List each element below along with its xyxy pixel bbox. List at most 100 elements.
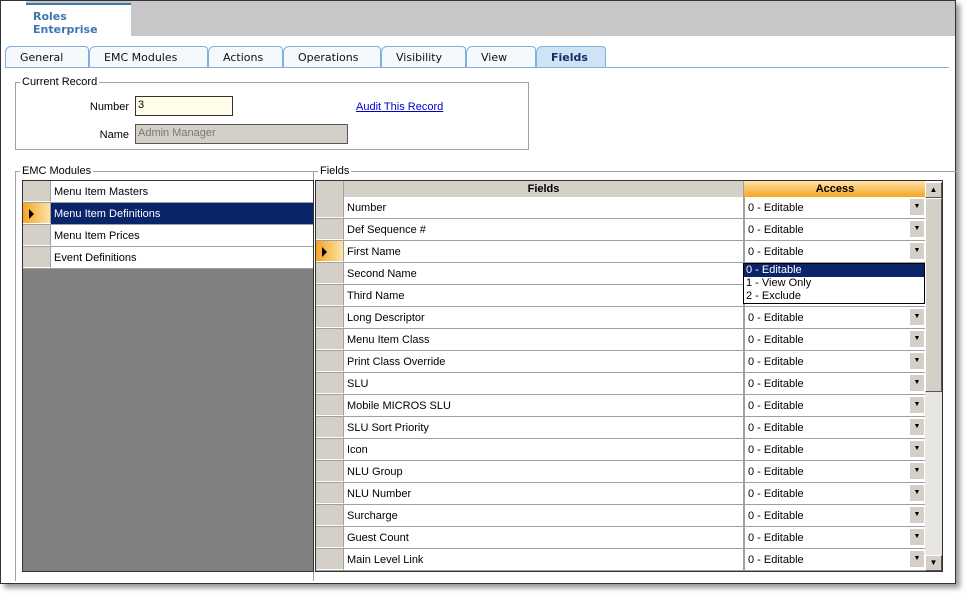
module-row[interactable]: Menu Item Definitions	[23, 203, 313, 225]
scroll-thumb[interactable]	[925, 198, 942, 392]
tab-general[interactable]: General	[5, 46, 89, 68]
row-header[interactable]	[316, 329, 344, 350]
field-row[interactable]: Guest Count 0 - Editable ▼	[316, 527, 926, 549]
access-select[interactable]: 0 - Editable ▼	[744, 439, 926, 460]
module-row[interactable]: Menu Item Masters	[23, 181, 313, 203]
module-row[interactable]: Menu Item Prices	[23, 225, 313, 247]
access-select[interactable]: 0 - Editable ▼	[744, 461, 926, 482]
row-header[interactable]	[316, 483, 344, 504]
row-header[interactable]	[316, 241, 344, 262]
document-tab[interactable]: Roles Enterprise	[26, 3, 131, 36]
field-name: Main Level Link	[344, 549, 744, 570]
field-row[interactable]: Menu Item Class 0 - Editable ▼	[316, 329, 926, 351]
field-row[interactable]: NLU Number 0 - Editable ▼	[316, 483, 926, 505]
field-name: Number	[344, 197, 744, 218]
audit-record-link[interactable]: Audit This Record	[356, 101, 443, 113]
row-header[interactable]	[316, 263, 344, 284]
row-header[interactable]	[316, 417, 344, 438]
chevron-down-icon[interactable]: ▼	[910, 463, 924, 479]
tab-operations[interactable]: Operations	[283, 46, 381, 68]
field-row[interactable]: SLU Sort Priority 0 - Editable ▼	[316, 417, 926, 439]
row-header[interactable]	[316, 439, 344, 460]
access-column-header[interactable]: Access	[744, 181, 926, 197]
access-value: 0 - Editable	[748, 400, 804, 412]
chevron-down-icon[interactable]: ▼	[910, 221, 924, 237]
chevron-down-icon[interactable]: ▼	[910, 507, 924, 523]
tab-emc-modules[interactable]: EMC Modules	[89, 46, 208, 68]
field-row[interactable]: Surcharge 0 - Editable ▼	[316, 505, 926, 527]
dropdown-option[interactable]: 2 - Exclude	[744, 290, 924, 303]
chevron-down-icon[interactable]: ▼	[910, 375, 924, 391]
row-header[interactable]	[316, 373, 344, 394]
field-row[interactable]: SLU 0 - Editable ▼	[316, 373, 926, 395]
row-header[interactable]	[316, 395, 344, 416]
access-value: 0 - Editable	[748, 510, 804, 522]
field-row[interactable]: First Name 0 - Editable ▼	[316, 241, 926, 263]
row-header[interactable]	[23, 247, 51, 268]
row-header[interactable]	[23, 203, 51, 224]
row-header[interactable]	[316, 219, 344, 240]
chevron-down-icon[interactable]: ▼	[910, 441, 924, 457]
access-value: 0 - Editable	[748, 356, 804, 368]
row-header[interactable]	[316, 351, 344, 372]
row-header[interactable]	[316, 461, 344, 482]
field-row[interactable]: Number 0 - Editable ▼	[316, 197, 926, 219]
tab-visibility[interactable]: Visibility	[381, 46, 466, 68]
field-name: Long Descriptor	[344, 307, 744, 328]
row-header[interactable]	[316, 285, 344, 306]
chevron-down-icon[interactable]: ▼	[910, 243, 924, 259]
field-row[interactable]: Icon 0 - Editable ▼	[316, 439, 926, 461]
row-header[interactable]	[316, 197, 344, 218]
field-name: NLU Group	[344, 461, 744, 482]
access-select[interactable]: 0 - Editable ▼	[744, 219, 926, 240]
number-input[interactable]: 3	[135, 96, 233, 116]
access-select[interactable]: 0 - Editable ▼	[744, 241, 926, 262]
field-row[interactable]: Main Level Link 0 - Editable ▼	[316, 549, 926, 571]
tab-fields[interactable]: Fields	[536, 46, 606, 68]
chevron-down-icon[interactable]: ▼	[910, 551, 924, 567]
chevron-down-icon[interactable]: ▼	[910, 353, 924, 369]
scroll-up-icon[interactable]: ▲	[925, 182, 942, 198]
tab-actions[interactable]: Actions	[208, 46, 283, 68]
access-value: 0 - Editable	[748, 532, 804, 544]
chevron-down-icon[interactable]: ▼	[910, 331, 924, 347]
fields-column-header[interactable]: Fields	[344, 181, 744, 197]
vertical-scrollbar[interactable]: ▲ ▼	[925, 182, 942, 571]
access-select[interactable]: 0 - Editable ▼	[744, 549, 926, 570]
chevron-down-icon[interactable]: ▼	[910, 199, 924, 215]
access-select[interactable]: 0 - Editable ▼	[744, 505, 926, 526]
access-select[interactable]: 0 - Editable ▼	[744, 395, 926, 416]
access-select[interactable]: 0 - Editable ▼	[744, 483, 926, 504]
chevron-down-icon[interactable]: ▼	[910, 397, 924, 413]
module-row[interactable]: Event Definitions	[23, 247, 313, 269]
title-line2: Enterprise	[33, 23, 98, 36]
access-select[interactable]: 0 - Editable ▼	[744, 527, 926, 548]
field-row[interactable]: NLU Group 0 - Editable ▼	[316, 461, 926, 483]
row-header[interactable]	[316, 505, 344, 526]
access-select[interactable]: 0 - Editable ▼	[744, 329, 926, 350]
field-name: Icon	[344, 439, 744, 460]
access-select[interactable]: 0 - Editable ▼	[744, 307, 926, 328]
row-header[interactable]	[23, 181, 51, 202]
access-select[interactable]: 0 - Editable ▼	[744, 373, 926, 394]
chevron-down-icon[interactable]: ▼	[910, 485, 924, 501]
row-header[interactable]	[316, 549, 344, 570]
fields-grid: Fields Access Number 0 - Editable ▼ Def Seq…	[315, 180, 943, 572]
access-select[interactable]: 0 - Editable ▼	[744, 417, 926, 438]
chevron-down-icon[interactable]: ▼	[910, 529, 924, 545]
tab-view[interactable]: View	[466, 46, 536, 68]
field-row[interactable]: Mobile MICROS SLU 0 - Editable ▼	[316, 395, 926, 417]
access-select[interactable]: 0 - Editable ▼	[744, 351, 926, 372]
chevron-down-icon[interactable]: ▼	[910, 419, 924, 435]
dropdown-option[interactable]: 1 - View Only	[744, 277, 924, 290]
row-header[interactable]	[316, 527, 344, 548]
scroll-down-icon[interactable]: ▼	[925, 555, 942, 571]
field-row[interactable]: Print Class Override 0 - Editable ▼	[316, 351, 926, 373]
row-header[interactable]	[23, 225, 51, 246]
chevron-down-icon[interactable]: ▼	[910, 309, 924, 325]
access-select[interactable]: 0 - Editable ▼	[744, 197, 926, 218]
dropdown-option[interactable]: 0 - Editable	[744, 264, 924, 277]
field-row[interactable]: Def Sequence # 0 - Editable ▼	[316, 219, 926, 241]
row-header[interactable]	[316, 307, 344, 328]
field-row[interactable]: Long Descriptor 0 - Editable ▼	[316, 307, 926, 329]
